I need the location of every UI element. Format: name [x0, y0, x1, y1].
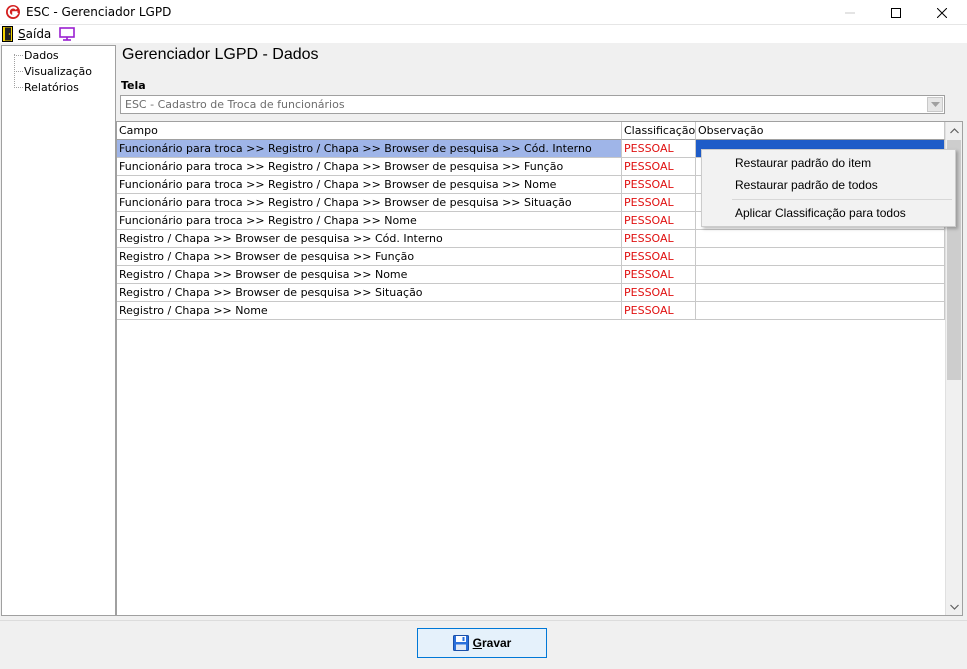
save-button-label: Gravar	[472, 636, 512, 650]
tela-label: Tela	[121, 79, 146, 92]
cell-classificacao[interactable]: PESSOAL	[622, 194, 696, 212]
table-row[interactable]: Registro / Chapa >> Browser de pesquisa …	[117, 230, 945, 248]
tree-item-relatorios[interactable]: Relatórios	[24, 80, 79, 95]
table-row[interactable]: Registro / Chapa >> Browser de pesquisa …	[117, 266, 945, 284]
tela-select-dropdown-button[interactable]	[927, 97, 943, 112]
footer-divider	[0, 620, 967, 621]
cell-observacao[interactable]	[696, 266, 945, 284]
minimize-button[interactable]	[827, 0, 873, 25]
cell-classificacao[interactable]: PESSOAL	[622, 248, 696, 266]
minimize-icon	[845, 12, 855, 13]
tree-item-dados[interactable]: Dados	[24, 48, 59, 63]
cell-campo[interactable]: Funcionário para troca >> Registro / Cha…	[117, 158, 622, 176]
maximize-button[interactable]	[873, 0, 919, 25]
cell-campo[interactable]: Funcionário para troca >> Registro / Cha…	[117, 176, 622, 194]
table-row[interactable]: Registro / Chapa >> Browser de pesquisa …	[117, 284, 945, 302]
context-menu-separator	[732, 199, 952, 200]
cell-classificacao[interactable]: PESSOAL	[622, 176, 696, 194]
cell-classificacao[interactable]: PESSOAL	[622, 302, 696, 320]
tree-item-visualizacao[interactable]: Visualização	[24, 64, 92, 79]
context-menu: Restaurar padrão do item Restaurar padrã…	[701, 149, 956, 227]
tela-select[interactable]: ESC - Cadastro de Troca de funcionários	[120, 95, 945, 114]
tree-connector	[14, 55, 23, 56]
chevron-down-icon	[930, 101, 940, 107]
navigation-tree: Dados Visualização Relatórios	[1, 45, 116, 616]
tree-connector	[14, 54, 15, 86]
window-title: ESC - Gerenciador LGPD	[26, 5, 172, 19]
scroll-up-button[interactable]	[946, 122, 963, 139]
scroll-down-button[interactable]	[946, 598, 963, 615]
cell-campo[interactable]: Registro / Chapa >> Browser de pesquisa …	[117, 266, 622, 284]
exit-door-icon	[2, 26, 13, 42]
cell-classificacao[interactable]: PESSOAL	[622, 158, 696, 176]
cell-classificacao[interactable]: PESSOAL	[622, 266, 696, 284]
cell-campo[interactable]: Funcionário para troca >> Registro / Cha…	[117, 212, 622, 230]
cell-classificacao[interactable]: PESSOAL	[622, 284, 696, 302]
column-header-classificacao[interactable]: Classificação	[622, 122, 696, 140]
table-row[interactable]: Registro / Chapa >> Browser de pesquisa …	[117, 248, 945, 266]
context-menu-apply-all[interactable]: Aplicar Classificação para todos	[735, 203, 906, 223]
context-menu-restore-item[interactable]: Restaurar padrão do item	[735, 153, 871, 173]
cell-campo[interactable]: Registro / Chapa >> Browser de pesquisa …	[117, 248, 622, 266]
column-header-observacao[interactable]: Observação	[696, 122, 945, 140]
chevron-up-icon	[950, 127, 959, 133]
cell-campo[interactable]: Funcionário para troca >> Registro / Cha…	[117, 140, 622, 158]
app-logo-icon	[6, 5, 20, 19]
exit-menu-label: Saída	[18, 27, 52, 41]
tree-connector	[14, 87, 23, 88]
cell-campo[interactable]: Registro / Chapa >> Browser de pesquisa …	[117, 284, 622, 302]
cell-campo[interactable]: Registro / Chapa >> Nome	[117, 302, 622, 320]
save-button[interactable]: Gravar	[417, 628, 547, 658]
close-button[interactable]	[919, 0, 965, 25]
cell-campo[interactable]: Funcionário para troca >> Registro / Cha…	[117, 194, 622, 212]
chevron-down-icon	[950, 604, 959, 610]
grid-header: Campo Classificação Observação	[117, 122, 946, 140]
cell-observacao[interactable]	[696, 284, 945, 302]
tree-connector	[14, 71, 23, 72]
cell-campo[interactable]: Registro / Chapa >> Browser de pesquisa …	[117, 230, 622, 248]
maximize-icon	[891, 7, 901, 18]
context-menu-restore-all[interactable]: Restaurar padrão de todos	[735, 175, 878, 195]
cell-classificacao[interactable]: PESSOAL	[622, 230, 696, 248]
cell-observacao[interactable]	[696, 248, 945, 266]
table-row[interactable]: Registro / Chapa >> Nome PESSOAL	[117, 302, 945, 320]
page-title: Gerenciador LGPD - Dados	[122, 46, 319, 63]
exit-menu-item[interactable]: Saída	[2, 26, 51, 42]
title-bar: ESC - Gerenciador LGPD	[0, 0, 967, 25]
tela-select-value: ESC - Cadastro de Troca de funcionários	[125, 98, 345, 111]
column-header-campo[interactable]: Campo	[117, 122, 622, 140]
monitor-icon[interactable]	[59, 27, 75, 41]
cell-classificacao[interactable]: PESSOAL	[622, 140, 696, 158]
floppy-disk-icon	[452, 635, 469, 651]
cell-classificacao[interactable]: PESSOAL	[622, 212, 696, 230]
menu-bar: Saída	[0, 25, 967, 43]
close-icon	[937, 7, 947, 18]
cell-observacao[interactable]	[696, 230, 945, 248]
cell-observacao[interactable]	[696, 302, 945, 320]
